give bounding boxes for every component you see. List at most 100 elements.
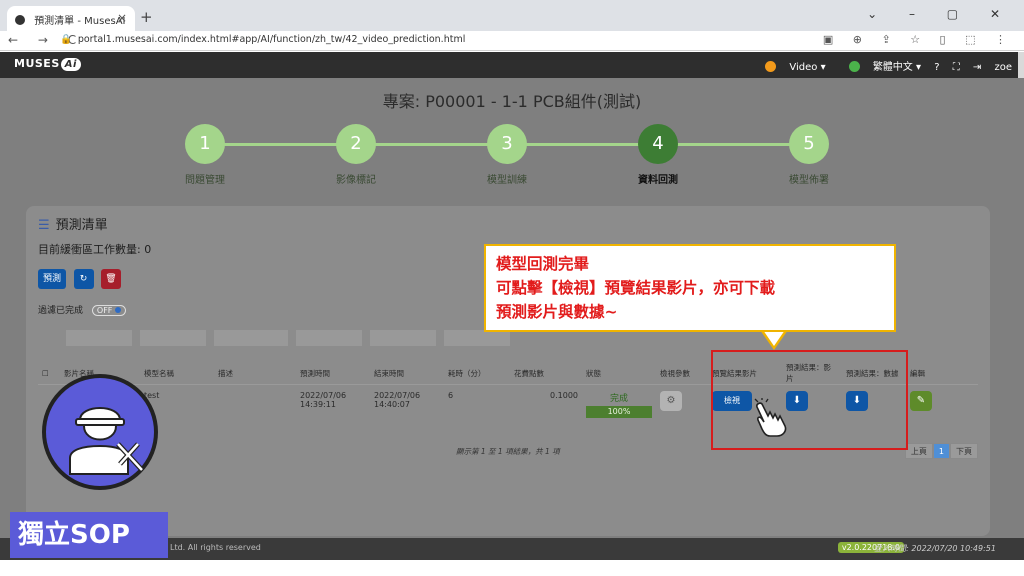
edit-cell: ✎ [906,385,978,429]
column-header[interactable]: 狀態 [582,362,656,385]
favicon-icon [15,15,25,25]
callout-line-2: 可點擊【檢視】預覽結果影片，亦可下載 [496,279,776,297]
toggle-text: OFF [96,306,113,315]
step-label: 模型佈署 [789,175,829,186]
filter-input[interactable] [214,330,288,346]
pagination: 上頁 1 下頁 [904,443,978,459]
logout-icon[interactable]: ⇥ [973,62,981,73]
edit-icon[interactable]: ✎ [910,391,932,411]
filter-input[interactable] [66,330,132,346]
copyright: Ltd. All rights reserved [170,543,261,552]
status-cell: 完成 100% [582,385,656,429]
delete-button[interactable]: 🗑 [101,269,121,289]
step-circle: 3 [487,124,527,164]
pointer-hand-icon [754,398,787,437]
description-cell [214,385,296,429]
table-info: 顯示第 1 至 1 項結果，共 1 項 [456,447,560,456]
address-bar: ← → C 🔒 portal1.musesai.com/index.html#ap… [0,31,1024,51]
filter-toggle[interactable]: OFF [91,305,127,316]
refresh-button[interactable]: ↻ [73,269,94,289]
fullscreen-icon[interactable]: ⛶ [953,62,960,73]
lock-icon: 🔒 [60,34,72,45]
step-circle: 2 [336,124,376,164]
step-label: 資料回測 [638,175,678,186]
step-circle: 5 [789,124,829,164]
column-header[interactable]: 結束時間 [370,362,444,385]
predict-time-cell: 2022/07/06 14:39:11 [300,391,347,409]
muses-logo[interactable]: MUSES Ai [14,57,81,71]
highlight-box [711,350,908,450]
filter-label: 過濾已完成 [38,306,84,316]
browser-tab[interactable]: 預測清單 - MusesAI × [7,6,135,31]
step-circle: 1 [185,124,225,164]
column-header[interactable]: 預測時間 [296,362,370,385]
filter-completed: 過濾已完成 OFF [38,303,127,316]
filter-input[interactable] [370,330,436,346]
video-label: Video [789,62,818,73]
filter-input[interactable] [296,330,362,346]
column-header[interactable]: 編輯 [906,362,978,385]
instruction-callout: 模型回測完畢 可點擊【檢視】預覽結果影片，亦可下載 預測影片與數據~ [484,244,896,332]
predict-button[interactable]: 預測 [38,269,66,289]
action-buttons: 預測 ↻ 🗑 [38,269,125,289]
page-title: 專案: P00001 - 1-1 PCB組件(測試) [382,92,642,111]
step-4[interactable]: 4 資料回測 [618,124,698,186]
end-time-cell: 2022/07/06 14:40:07 [374,391,421,409]
address-bar-icons[interactable]: ▣ ⊕ ⇪ ☆ ▯ ⬚ ⋮ [823,33,1014,46]
globe-icon [848,61,860,72]
pager-next[interactable]: 下頁 [950,443,978,459]
step-circle: 4 [638,124,678,164]
step-5[interactable]: 5 模型佈署 [769,124,849,186]
help-icon[interactable]: ? [934,62,939,73]
user-name[interactable]: zoe [994,62,1012,73]
column-header[interactable]: 描述 [214,362,296,385]
step-3[interactable]: 3 模型訓練 [467,124,547,186]
video-menu[interactable]: Video ▾ [755,61,826,73]
card-title-text: 預測清單 [55,218,108,233]
logo-ai-badge: Ai [60,58,81,71]
filter-input[interactable] [140,330,206,346]
queue-count: 目前緩衝區工作數量: 0 [38,243,152,256]
logo-text: MUSES [14,57,60,70]
list-icon: ☰ [38,218,50,233]
tab-title: 預測清單 - MusesAI [34,16,126,27]
workflow-stepper: 1 問題管理 2 影像標記 3 模型訓練 4 資料回測 5 模型佈署 [180,124,840,186]
callout-line-3: 預測影片與數據~ [496,303,618,321]
progress-bar: 100% [586,406,652,418]
language-menu[interactable]: 繁體中文 ▾ [839,61,921,73]
pager-current[interactable]: 1 [932,443,950,459]
step-label: 影像標記 [336,175,376,186]
url-field[interactable]: 🔒 portal1.musesai.com/index.html#app/AI/f… [60,34,465,45]
params-cell: ⚙ [656,385,708,429]
status-text: 完成 [609,394,628,404]
step-label: 問題管理 [185,175,225,186]
cost-cell: 0.1000 [550,391,578,400]
column-header[interactable]: 檢視參數 [656,362,708,385]
worker-icon [69,407,144,475]
callout-tail-inner [763,330,785,346]
language-label: 繁體中文 [872,62,913,73]
window-controls[interactable]: ⌄ – ▢ ✕ [867,7,1014,21]
app-header: MUSES Ai Video ▾ 繁體中文 ▾ ? ⛶ ⇥ zoe [0,52,1024,78]
step-2[interactable]: 2 影像標記 [316,124,396,186]
step-1[interactable]: 1 問題管理 [165,124,245,186]
column-header[interactable]: 耗時（分） [444,362,510,385]
card-title: ☰ 預測清單 [38,214,108,233]
video-icon [765,61,777,72]
settings-icon[interactable]: ⚙ [660,391,682,411]
toggle-knob [115,307,122,313]
step-label: 模型訓練 [487,175,527,186]
tab-close-icon[interactable]: × [117,11,127,25]
login-time: 登入時間: 2022/07/20 10:49:51 [874,544,996,553]
browser-tab-bar: 預測清單 - MusesAI × + ⌄ – ▢ ✕ [0,0,1024,31]
callout-line-1: 模型回測完畢 [496,255,590,273]
url-text: portal1.musesai.com/index.html#app/AI/fu… [77,34,466,45]
header-actions: Video ▾ 繁體中文 ▾ ? ⛶ ⇥ zoe [745,58,1012,73]
filter-input[interactable] [444,330,510,346]
duration-cell: 6 [448,391,454,400]
pager-prev[interactable]: 上頁 [904,443,933,459]
worker-badge [42,374,158,490]
sop-label: 獨立SOP [10,512,168,558]
new-tab-button[interactable]: + [140,8,153,26]
column-header[interactable]: 花費點數 [510,362,582,385]
